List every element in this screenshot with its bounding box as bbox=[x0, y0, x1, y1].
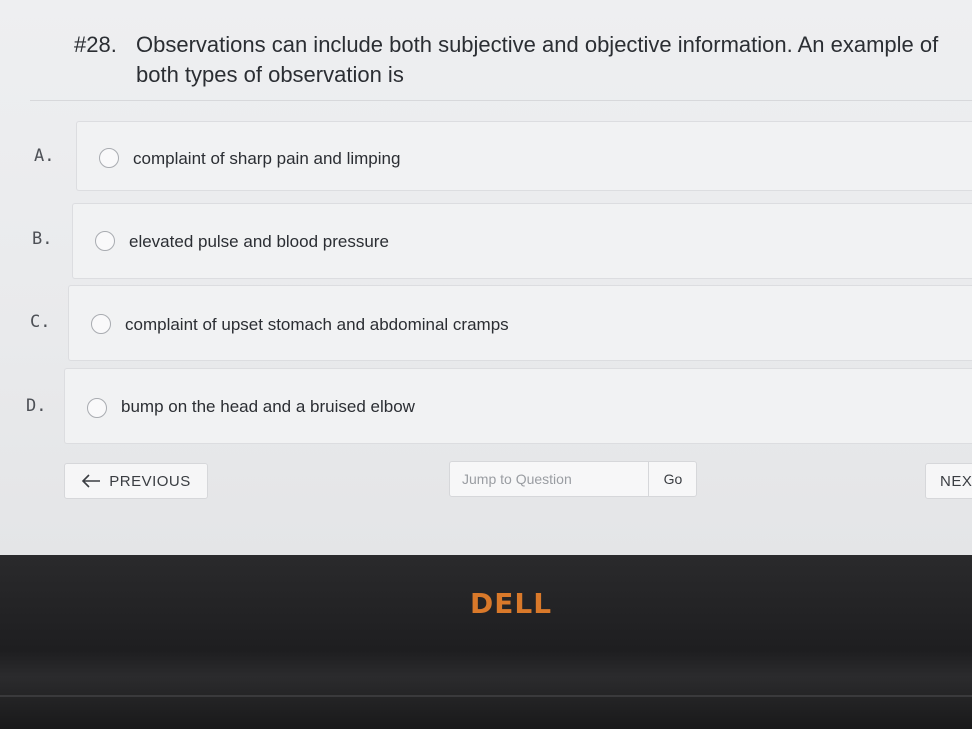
previous-button[interactable]: PREVIOUS bbox=[64, 463, 208, 499]
go-button[interactable]: Go bbox=[648, 462, 697, 496]
option-a-label: complaint of sharp pain and limping bbox=[133, 149, 401, 168]
jump-to-question: Go bbox=[449, 461, 697, 497]
dell-logo: DELL bbox=[470, 587, 553, 620]
option-b[interactable]: elevated pulse and blood pressure bbox=[72, 203, 972, 279]
next-button[interactable]: NEXT bbox=[925, 463, 972, 499]
next-label: NEXT bbox=[940, 472, 972, 490]
option-b-letter: B. bbox=[32, 229, 53, 249]
option-c-radio[interactable] bbox=[91, 314, 111, 334]
option-b-radio[interactable] bbox=[95, 231, 115, 251]
option-d-letter: D. bbox=[26, 396, 47, 416]
option-c-letter: C. bbox=[30, 312, 51, 332]
bezel-edge bbox=[0, 695, 972, 697]
arrow-left-icon bbox=[82, 474, 101, 488]
option-a[interactable]: complaint of sharp pain and limping bbox=[76, 121, 972, 191]
divider bbox=[30, 100, 972, 101]
option-b-label: elevated pulse and blood pressure bbox=[129, 232, 389, 251]
jump-to-question-input[interactable] bbox=[450, 462, 648, 496]
monitor-bezel: DELL bbox=[0, 555, 972, 729]
question-text: Observations can include both subjective… bbox=[136, 32, 939, 87]
option-a-radio[interactable] bbox=[99, 148, 119, 168]
option-c[interactable]: complaint of upset stomach and abdominal… bbox=[68, 285, 972, 361]
question-number: #28. bbox=[74, 32, 117, 57]
option-d-label: bump on the head and a bruised elbow bbox=[121, 397, 415, 416]
option-a-letter: A. bbox=[34, 146, 55, 166]
option-c-label: complaint of upset stomach and abdominal… bbox=[125, 315, 509, 334]
option-d-radio[interactable] bbox=[87, 398, 107, 418]
go-label: Go bbox=[663, 471, 683, 487]
option-d[interactable]: bump on the head and a bruised elbow bbox=[64, 368, 972, 444]
previous-label: PREVIOUS bbox=[109, 472, 191, 490]
screen: #28. Observations can include both subje… bbox=[0, 0, 972, 555]
